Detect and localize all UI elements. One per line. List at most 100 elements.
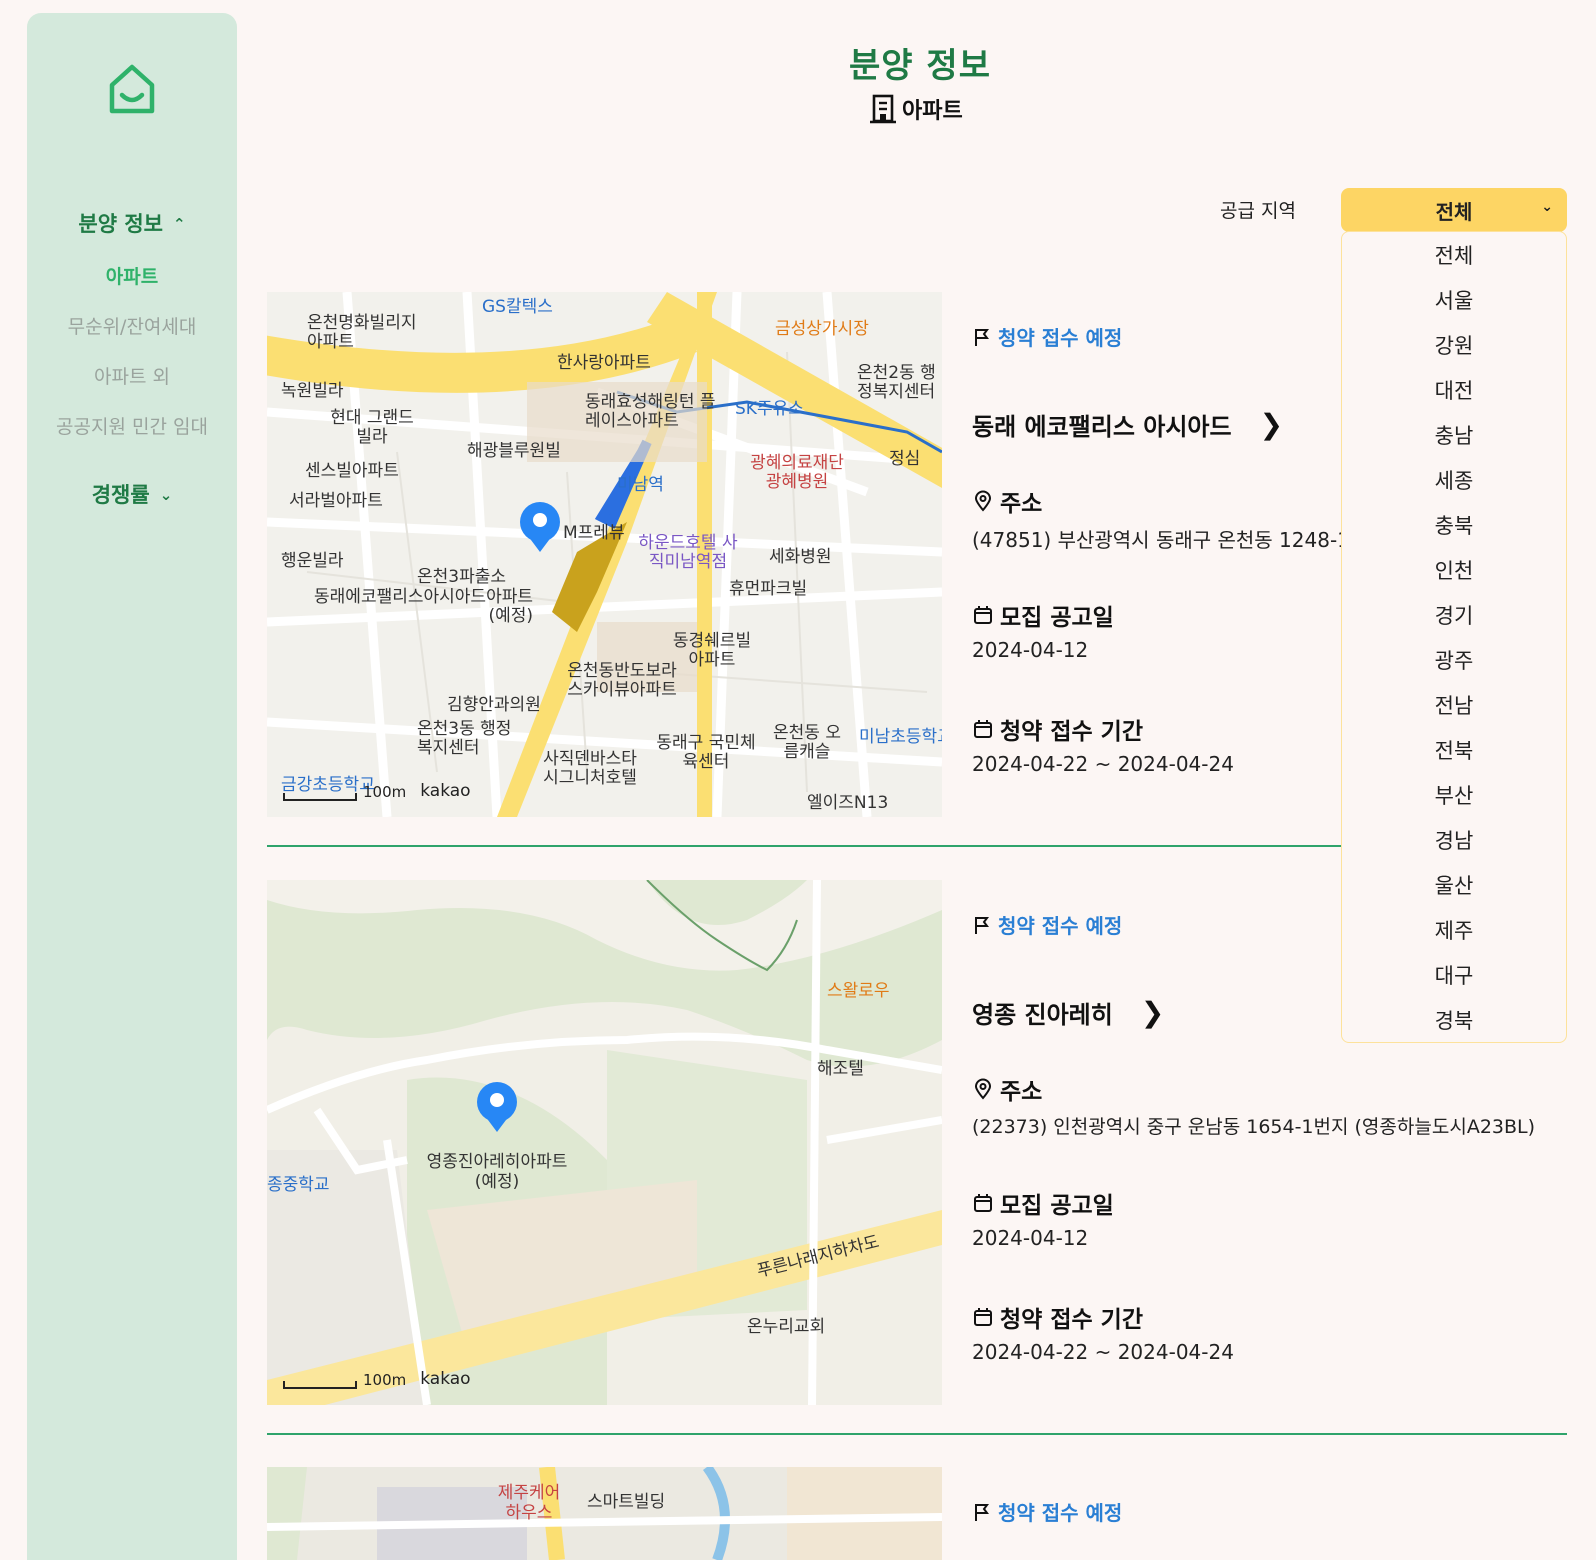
region-option[interactable]: 서울 — [1342, 277, 1566, 322]
map-label: 동래구 국민체육센터 — [656, 733, 756, 772]
sidebar-item-non-apartment[interactable]: 아파트 외 — [27, 362, 237, 389]
nav-section-presale[interactable]: 분양 정보 ⌃ — [27, 208, 237, 238]
calendar-icon — [974, 1194, 992, 1212]
home-icon[interactable] — [104, 61, 160, 117]
flag-icon — [975, 1503, 989, 1521]
application-period-value: 2024-04-22 ~ 2024-04-24 — [972, 1340, 1234, 1364]
map-label: 온천2동 행정복지센터 — [857, 363, 936, 402]
map-label: 미남역 — [617, 475, 664, 495]
map-label: 엘이즈N13 — [807, 793, 889, 813]
map-label: 영종진아레히아파트 (예정) — [426, 1152, 568, 1192]
notice-date-label: 모집 공고일 — [972, 598, 1114, 632]
map-view[interactable]: 스왈로우 해조텔 영종진아레히아파트 (예정) 종중학교 푸른나래지하차도 온누… — [267, 880, 942, 1405]
listing-title: 영종 진아레히 — [972, 1001, 1113, 1029]
kakao-logo: kakao — [420, 1369, 471, 1389]
sidebar-item-apartment[interactable]: 아파트 — [27, 262, 237, 289]
map-scale-text: 100m — [363, 1371, 407, 1389]
map-view[interactable]: GS칼텍스 금성상가시장 온천명화빌리지 아파트 한사랑아파트 녹원빌라 현대 … — [267, 292, 942, 817]
map-label: 사직덴바스타 시그니처호텔 — [543, 749, 637, 788]
map-streets — [267, 880, 942, 1405]
notice-date-label: 모집 공고일 — [972, 1186, 1114, 1220]
flag-icon — [975, 328, 989, 346]
nav-section-presale-label: 분양 정보 — [78, 212, 163, 236]
sidebar: 분양 정보 ⌃ 아파트 무순위/잔여세대 아파트 외 공공지원 민간 임대 경쟁률… — [27, 13, 237, 1560]
chevron-down-icon: ⌄ — [159, 486, 173, 504]
notice-date-value: 2024-04-12 — [972, 1226, 1089, 1250]
region-option[interactable]: 부산 — [1342, 772, 1566, 817]
map-label: 스왈로우 — [827, 981, 890, 1001]
application-period-label-text: 청약 접수 기간 — [1000, 1307, 1143, 1333]
region-option[interactable]: 대전 — [1342, 367, 1566, 412]
map-label: 동래효성해링턴 플레이스아파트 — [585, 392, 716, 431]
map-label: 미남초등학교 — [859, 727, 942, 747]
map-label: 녹원빌라 — [281, 381, 344, 401]
application-period-label: 청약 접수 기간 — [972, 1300, 1143, 1334]
map-label: GS칼텍스 — [482, 297, 553, 317]
map-label: 제주케어 하우스 — [497, 1483, 561, 1523]
listing-title-link[interactable]: 영종 진아레히 ❯ — [972, 995, 1164, 1030]
map-label: 온천3파출소 — [417, 567, 507, 587]
address-label: 주소 — [972, 1072, 1042, 1106]
page-title: 분양 정보 — [849, 46, 991, 86]
map-label: 해광블루원빌 — [467, 441, 561, 461]
map-label: 한사랑아파트 — [557, 353, 651, 373]
region-option[interactable]: 경기 — [1342, 592, 1566, 637]
map-label: 정심 — [889, 449, 921, 469]
notice-date-value: 2024-04-12 — [972, 638, 1089, 662]
region-option[interactable]: 인천 — [1342, 547, 1566, 592]
map-label: 하운드호텔 사직미남역점 — [638, 533, 738, 572]
region-dropdown: 전체 서울 강원 대전 충남 세종 충북 인천 경기 광주 전남 전북 부산 경… — [1341, 231, 1567, 1043]
map-label: 서라벌아파트 — [289, 491, 383, 511]
region-option[interactable]: 대구 — [1342, 952, 1566, 997]
kakao-logo: kakao — [420, 781, 471, 801]
nav-section-competition[interactable]: 경쟁률 ⌄ — [27, 479, 237, 509]
sidebar-item-unranked[interactable]: 무순위/잔여세대 — [27, 312, 237, 339]
region-option[interactable]: 강원 — [1342, 322, 1566, 367]
status-row: 청약 접수 예정 — [972, 910, 1122, 939]
map-view[interactable]: 제주케어 하우스 스마트빌딩 — [267, 1467, 942, 1560]
chevron-right-icon: ❯ — [1259, 408, 1284, 441]
region-select[interactable]: 전체 ⌄ — [1341, 188, 1567, 232]
listing-title-link[interactable]: 동래 에코팰리스 아시아드 ❯ — [972, 407, 1283, 442]
region-option[interactable]: 울산 — [1342, 862, 1566, 907]
address-label: 주소 — [972, 484, 1042, 518]
region-option[interactable]: 세종 — [1342, 457, 1566, 502]
map-label: 광혜의료재단 광혜병원 — [750, 453, 844, 492]
map-label: 행운빌라 — [281, 551, 344, 571]
map-scalebar: 100m kakao — [283, 781, 471, 801]
status-text: 청약 접수 예정 — [998, 1501, 1123, 1525]
status-text: 청약 접수 예정 — [998, 914, 1123, 938]
building-icon — [870, 94, 896, 124]
map-label: 종중학교 — [267, 1175, 330, 1195]
region-option[interactable]: 제주 — [1342, 907, 1566, 952]
map-label: 김향안과의원 — [447, 695, 541, 715]
application-period-label: 청약 접수 기간 — [972, 712, 1143, 746]
map-scalebar: 100m kakao — [283, 1369, 471, 1389]
region-option[interactable]: 경남 — [1342, 817, 1566, 862]
region-option[interactable]: 충남 — [1342, 412, 1566, 457]
region-option[interactable]: 광주 — [1342, 637, 1566, 682]
nav-section-competition-label: 경쟁률 — [91, 483, 150, 507]
map-label: 온천명화빌리지 아파트 — [307, 313, 417, 352]
status-row: 청약 접수 예정 — [972, 322, 1122, 351]
listing-title: 동래 에코팰리스 아시아드 — [972, 413, 1232, 441]
region-option[interactable]: 전체 — [1342, 232, 1566, 277]
region-option[interactable]: 전북 — [1342, 727, 1566, 772]
map-label: 휴먼파크빌 — [729, 579, 808, 599]
region-select-value: 전체 — [1435, 199, 1473, 224]
sidebar-item-public-rental[interactable]: 공공지원 민간 임대 — [27, 412, 237, 439]
region-option[interactable]: 경북 — [1342, 997, 1566, 1042]
region-filter-label: 공급 지역 — [1220, 200, 1296, 222]
region-option[interactable]: 전남 — [1342, 682, 1566, 727]
map-label: 온천3동 행정복지센터 — [417, 719, 512, 758]
notice-date-label-text: 모집 공고일 — [1000, 1193, 1114, 1219]
page-subtitle: 아파트 — [868, 92, 963, 126]
location-pin-icon — [974, 490, 992, 512]
region-option[interactable]: 충북 — [1342, 502, 1566, 547]
calendar-icon — [974, 720, 992, 738]
application-period-value: 2024-04-22 ~ 2024-04-24 — [972, 752, 1234, 776]
map-label: 온천동반도보라 스카이뷰아파트 — [567, 661, 677, 700]
flag-icon — [975, 916, 989, 934]
map-label: 스마트빌딩 — [587, 1492, 666, 1512]
notice-date-label-text: 모집 공고일 — [1000, 605, 1114, 631]
